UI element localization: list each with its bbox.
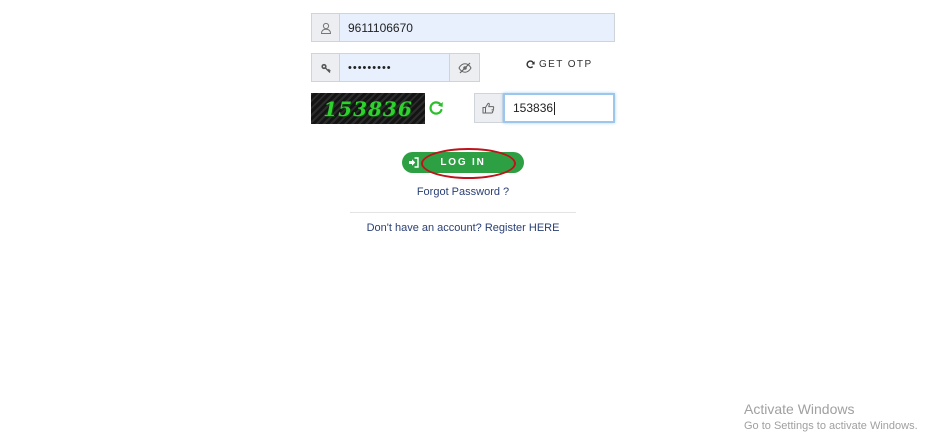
password-input-group: •••••••••: [311, 53, 480, 82]
captcha-text: 153836: [323, 96, 413, 121]
get-otp-button[interactable]: GET OTP: [526, 57, 593, 71]
username-input-group: 9611106670: [311, 13, 615, 42]
password-field[interactable]: •••••••••: [340, 53, 450, 82]
activate-windows-subtitle: Go to Settings to activate Windows.: [744, 420, 918, 432]
captcha-input-group: 153836: [474, 93, 615, 123]
login-button-label: LOG IN: [440, 157, 486, 168]
login-button[interactable]: LOG IN: [402, 152, 524, 173]
captcha-input-value: 153836: [513, 101, 554, 115]
hand-pointer-icon: [474, 93, 503, 123]
eye-slash-icon[interactable]: [450, 53, 480, 82]
divider: [350, 212, 576, 213]
captcha-input[interactable]: 153836: [503, 93, 615, 123]
key-icon: [311, 53, 340, 82]
circular-refresh-icon[interactable]: [428, 100, 444, 116]
user-icon: [311, 13, 340, 42]
username-field[interactable]: 9611106670: [340, 13, 615, 42]
get-otp-label: GET OTP: [539, 58, 593, 70]
captcha-image: 153836: [311, 93, 425, 124]
register-link[interactable]: Don't have an account? Register HERE: [0, 222, 926, 234]
forgot-password-link[interactable]: Forgot Password ?: [0, 186, 926, 198]
activate-windows-title: Activate Windows: [744, 401, 855, 417]
refresh-icon: [526, 59, 535, 68]
